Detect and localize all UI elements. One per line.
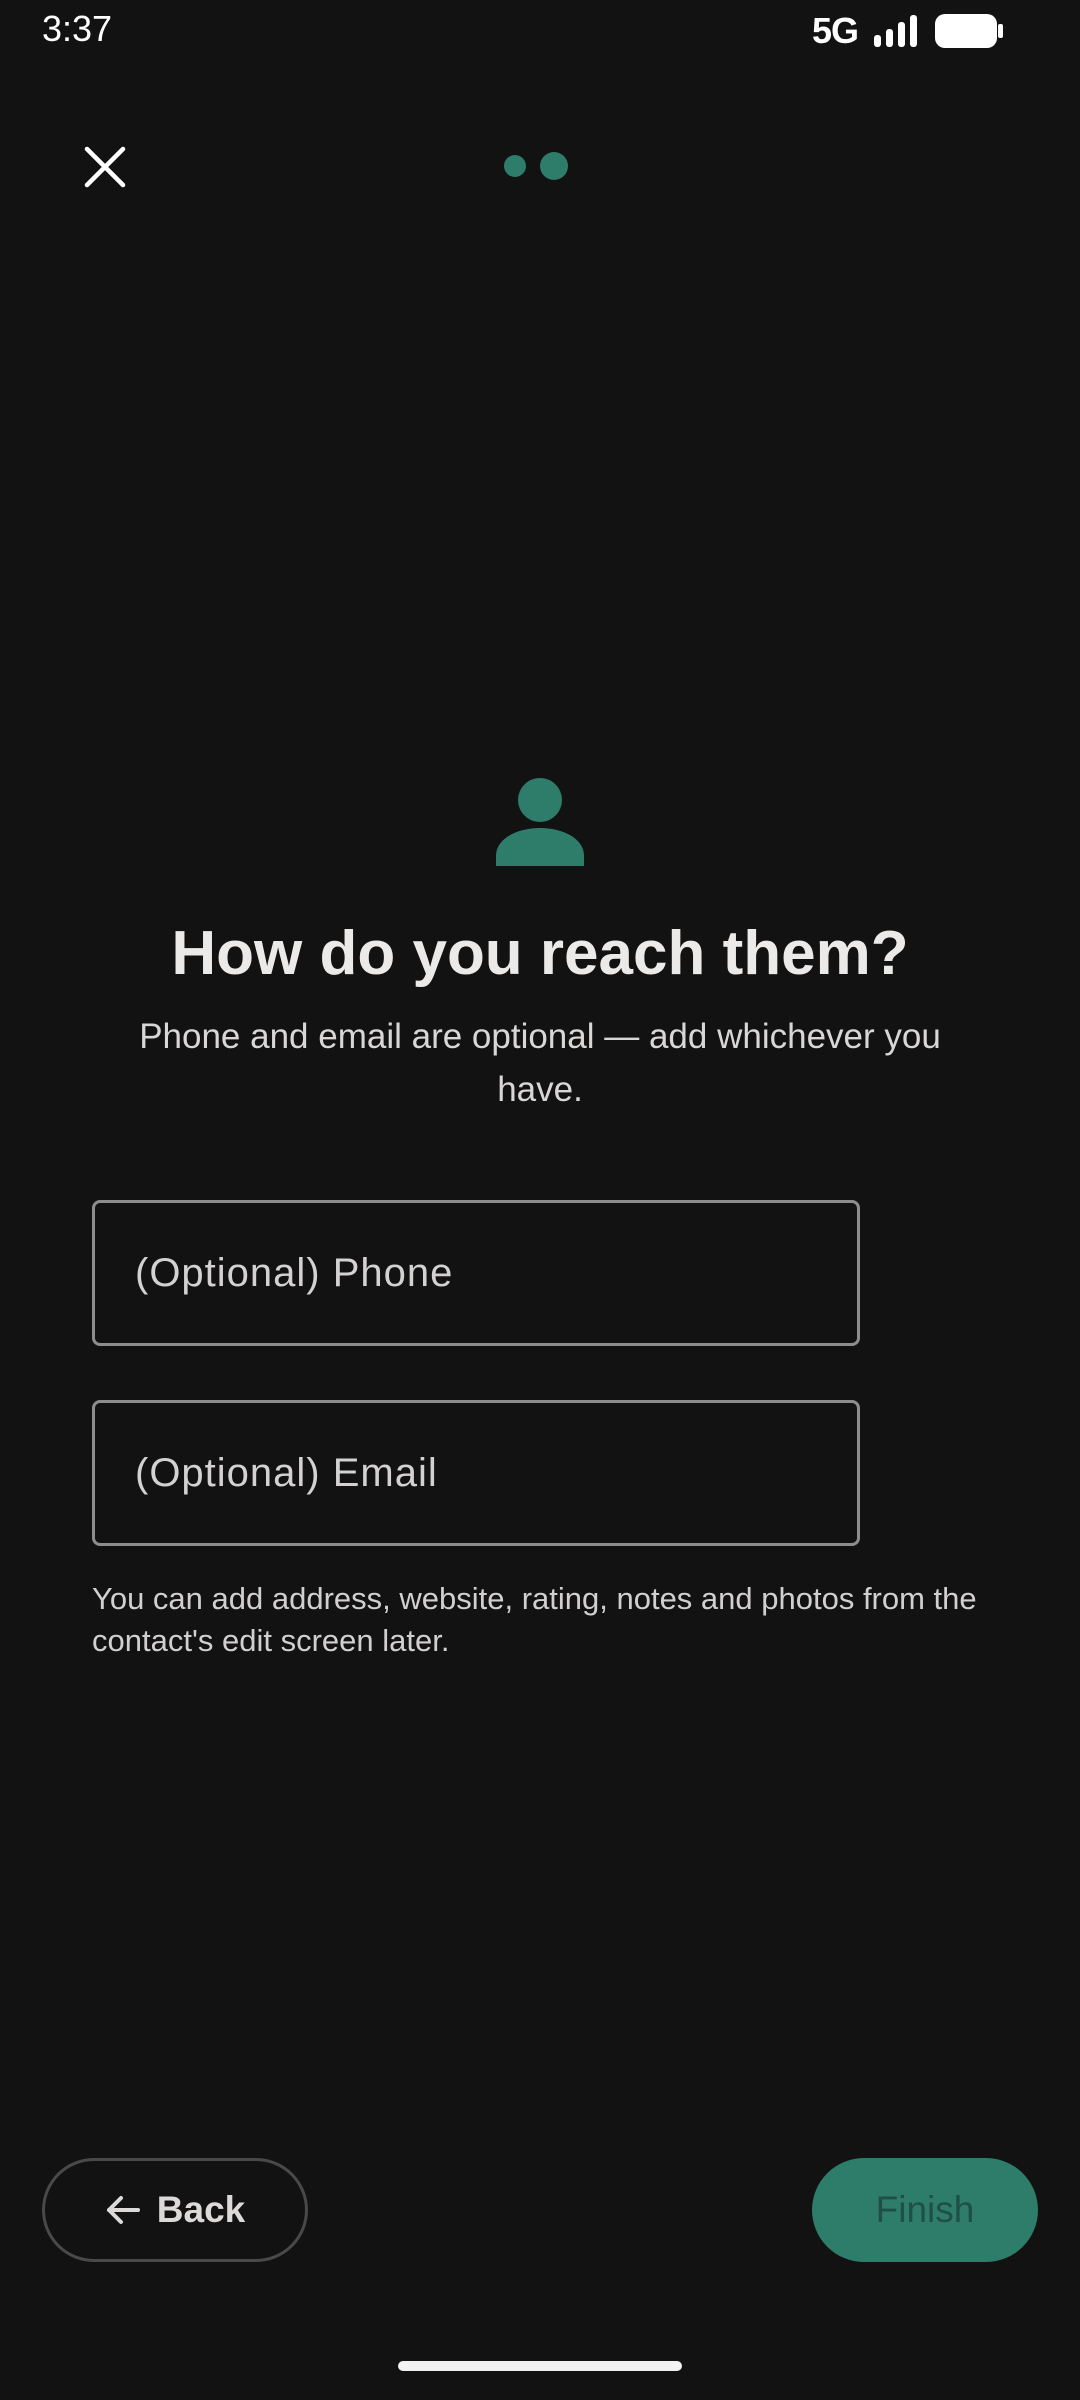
page-subtitle: Phone and email are optional — add which… bbox=[139, 1017, 941, 1109]
back-button-label: Back bbox=[156, 2189, 246, 2230]
close-icon bbox=[84, 146, 126, 188]
phone-field[interactable]: (Optional) Phone bbox=[92, 1200, 860, 1346]
finish-button[interactable]: Finish bbox=[812, 2158, 1038, 2262]
person-icon bbox=[496, 778, 584, 866]
close-button[interactable] bbox=[70, 132, 140, 202]
page-title: How do you reach them? bbox=[171, 919, 909, 988]
status-indicators: 5G bbox=[812, 10, 1004, 52]
back-button[interactable]: Back bbox=[42, 2158, 308, 2262]
finish-button-label: Finish bbox=[875, 2189, 975, 2230]
helper-text: You can add address, website, rating, no… bbox=[92, 1581, 977, 1658]
phone-field-placeholder: (Optional) Phone bbox=[135, 1250, 454, 1295]
battery-full-icon bbox=[935, 14, 1003, 48]
step-progress-indicator bbox=[504, 152, 568, 180]
home-indicator[interactable] bbox=[398, 2361, 682, 2371]
step-dot-1 bbox=[504, 155, 526, 177]
email-field-placeholder: (Optional) Email bbox=[135, 1450, 438, 1495]
arrow-left-icon bbox=[106, 2196, 140, 2224]
step-dot-2-current bbox=[540, 152, 568, 180]
network-type: 5G bbox=[811, 10, 859, 51]
signal-bars-icon bbox=[874, 15, 917, 47]
email-field[interactable]: (Optional) Email bbox=[92, 1400, 860, 1546]
status-bar: 3:37 5G bbox=[0, 0, 1080, 64]
status-time: 3:37 bbox=[42, 8, 113, 49]
